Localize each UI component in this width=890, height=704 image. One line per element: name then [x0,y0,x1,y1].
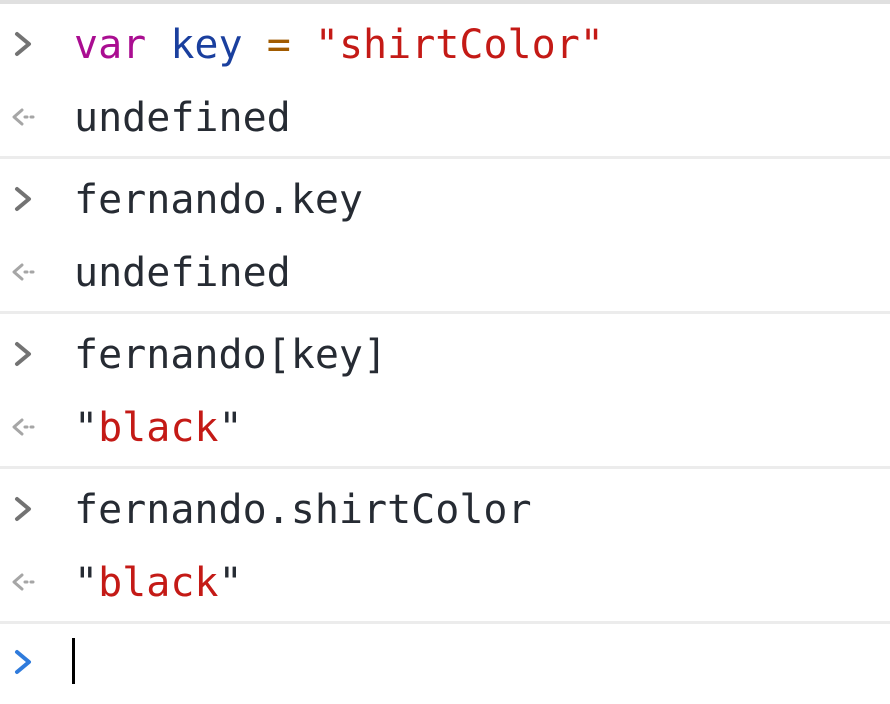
chevron-right-icon [15,650,31,674]
return-arrow-icon [12,108,35,126]
console-prompt[interactable] [0,624,890,704]
console-log: var key = "shirtColor" undefined fernand… [0,4,890,704]
console-output-line: undefined [0,81,890,154]
text-caret [72,638,75,684]
console-output-text: undefined [74,95,291,141]
return-arrow-icon [12,418,35,436]
string-quote-close: " [218,405,243,451]
string-quote-open: " [74,560,99,606]
string-value: black [98,560,219,606]
console-input-text: var key = "shirtColor" [74,22,604,68]
code-identifier: key [170,22,243,68]
string-quote-close: " [218,560,243,606]
chevron-right-icon [15,32,31,56]
console-entry: fernando.key undefined [0,159,890,314]
console-output-text: "black" [74,560,243,606]
console-input-line[interactable]: fernando.shirtColor [0,473,890,546]
console-output-line: "black" [0,391,890,464]
console-input-text: fernando[key] [74,332,388,378]
code-operator: = [266,22,291,68]
chevron-right-icon [15,342,31,366]
console-entry: var key = "shirtColor" undefined [0,4,890,159]
console-input-text: fernando.shirtColor [74,487,532,533]
console-input-line[interactable]: var key = "shirtColor" [0,8,890,81]
console-output-line: undefined [0,236,890,309]
string-value: black [98,405,219,451]
console-input-text: fernando.key [74,177,363,223]
console-entry: fernando.shirtColor "black" [0,469,890,624]
code-keyword: var [74,22,147,68]
chevron-right-icon [15,497,31,521]
console-output-line: "black" [0,546,890,619]
console-input-line[interactable]: fernando.key [0,163,890,236]
code-string: "shirtColor" [314,22,604,68]
console-input-line[interactable]: fernando[key] [0,318,890,391]
return-arrow-icon [12,573,35,591]
console-output-text: undefined [74,250,291,296]
console-entry: fernando[key] "black" [0,314,890,469]
string-quote-open: " [74,405,99,451]
return-arrow-icon [12,263,35,281]
chevron-right-icon [15,187,31,211]
console-output-text: "black" [74,405,243,451]
